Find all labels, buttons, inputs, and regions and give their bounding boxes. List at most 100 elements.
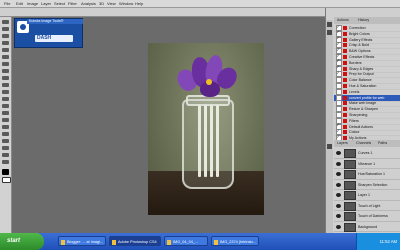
action-label: Levels [349, 89, 360, 94]
type-tool-icon[interactable] [2, 125, 9, 129]
layer-thumbnail [344, 170, 356, 179]
menu-3d[interactable]: 3D [99, 0, 104, 7]
layer-row[interactable]: Background [334, 222, 400, 232]
healing-tool-icon[interactable] [2, 62, 9, 66]
menu-select[interactable]: Select [54, 0, 65, 7]
menu-view[interactable]: View [107, 0, 116, 7]
action-label: Sharpening [349, 113, 368, 117]
clock: 11:52 AM [379, 239, 397, 244]
eye-icon[interactable] [336, 172, 341, 176]
dialog-toggle-icon[interactable] [343, 26, 347, 31]
tab-layers[interactable]: Layers [337, 141, 348, 146]
eye-icon[interactable] [336, 224, 341, 229]
eye-icon[interactable] [336, 214, 341, 218]
layer-name: Curves 1 [358, 151, 373, 155]
dialog-toggle-icon[interactable] [343, 49, 347, 54]
blur-tool-icon[interactable] [2, 104, 9, 108]
dialog-toggle-icon[interactable] [343, 72, 347, 77]
flower-stem [204, 105, 207, 177]
eye-icon[interactable] [336, 161, 341, 166]
tab-paths[interactable]: Paths [378, 141, 387, 146]
layer-row[interactable]: Curves 1 [334, 148, 400, 159]
layer-row[interactable]: Sharpen Selection [334, 180, 400, 190]
move-tool-icon[interactable] [2, 20, 9, 24]
task-button-img-2[interactable]: IMG_2374 (Intrinsic... [211, 236, 259, 246]
dialog-toggle-icon[interactable] [343, 130, 347, 135]
tab-history[interactable]: History [358, 18, 369, 23]
eye-icon[interactable] [336, 203, 341, 208]
layer-row[interactable]: Touch of Darkness [334, 211, 400, 222]
task-button-img-1[interactable]: IMG_04_04_... [164, 236, 208, 246]
badge-title: Kubota Image Tools® [27, 19, 83, 24]
brush-tool-icon[interactable] [2, 69, 9, 73]
pen-tool-icon[interactable] [2, 118, 9, 122]
document-canvas-photo[interactable] [148, 43, 264, 215]
eraser-tool-icon[interactable] [2, 90, 9, 94]
dialog-toggle-icon[interactable] [343, 124, 347, 129]
dialog-toggle-icon[interactable] [343, 107, 347, 112]
dialog-toggle-icon[interactable] [343, 78, 347, 83]
layer-thumbnail [344, 212, 356, 221]
menu-filter[interactable]: Filter [68, 0, 77, 7]
eyedropper-tool-icon[interactable] [2, 55, 9, 59]
menu-window[interactable]: Window [119, 0, 133, 7]
flower-stem [216, 105, 219, 177]
menu-layer[interactable]: Layer [41, 0, 51, 7]
crocus-stamen [206, 79, 212, 85]
menu-help[interactable]: Help [135, 0, 143, 7]
shape-tool-icon[interactable] [2, 139, 9, 143]
dialog-toggle-icon[interactable] [343, 95, 347, 100]
3d-tool-icon[interactable] [2, 146, 9, 150]
crop-tool-icon[interactable] [2, 48, 9, 52]
layer-name: Vibrance 1 [358, 161, 376, 166]
dialog-toggle-icon[interactable] [343, 60, 347, 65]
gradient-tool-icon[interactable] [2, 97, 9, 101]
layer-row[interactable]: Layer 1 [334, 190, 400, 201]
layer-row[interactable]: Vibrance 1 [334, 159, 400, 169]
eye-icon[interactable] [336, 193, 341, 197]
dialog-toggle-icon[interactable] [343, 55, 347, 60]
flower-stem [210, 105, 213, 177]
layer-row[interactable]: Hue/Saturation 1 [334, 169, 400, 180]
start-button[interactable]: start [0, 233, 44, 250]
eye-icon[interactable] [336, 151, 341, 155]
quick-select-tool-icon[interactable] [2, 41, 9, 45]
dialog-toggle-icon[interactable] [343, 118, 347, 123]
dialog-toggle-icon[interactable] [343, 84, 347, 89]
dialog-toggle-icon[interactable] [343, 113, 347, 118]
tab-actions[interactable]: Actions [337, 18, 349, 23]
dialog-toggle-icon[interactable] [343, 31, 347, 36]
actions-panel-icon[interactable] [327, 30, 332, 35]
kubota-badge[interactable]: Kubota Image Tools® DASH [14, 18, 83, 48]
clone-tool-icon[interactable] [2, 76, 9, 80]
task-button-photoshop[interactable]: Adobe Photoshop CS4 [109, 236, 161, 246]
dialog-toggle-icon[interactable] [343, 37, 347, 42]
tools-panel [0, 17, 12, 233]
menu-edit[interactable]: Edit [16, 0, 23, 7]
history-brush-tool-icon[interactable] [2, 83, 9, 87]
dodge-tool-icon[interactable] [2, 111, 9, 115]
zoom-tool-icon[interactable] [2, 160, 9, 164]
marquee-tool-icon[interactable] [2, 27, 9, 31]
menu-analysis[interactable]: Analysis [81, 0, 96, 7]
path-select-tool-icon[interactable] [2, 132, 9, 136]
layer-row[interactable]: Touch of Light [334, 201, 400, 211]
history-panel-icon[interactable] [327, 22, 332, 27]
foreground-color-swatch[interactable] [2, 169, 9, 175]
menu-image[interactable]: Image [27, 0, 38, 7]
background-color-swatch[interactable] [2, 177, 11, 183]
dialog-toggle-icon[interactable] [343, 43, 347, 48]
dialog-toggle-icon[interactable] [343, 66, 347, 71]
action-label: Sharp & Edges [349, 66, 374, 71]
eye-icon[interactable] [336, 182, 341, 187]
layers-panel-icon[interactable] [327, 144, 332, 149]
tab-channels[interactable]: Channels [356, 141, 371, 146]
dialog-toggle-icon[interactable] [343, 101, 347, 106]
hand-tool-icon[interactable] [2, 153, 9, 157]
action-label: Prep for Output [349, 72, 374, 77]
task-button-blogger[interactable]: Blogger: ... at Imagi... [58, 236, 106, 246]
panel-icon-strip [326, 20, 333, 233]
menu-file[interactable]: File [4, 0, 10, 7]
dialog-toggle-icon[interactable] [343, 89, 347, 94]
lasso-tool-icon[interactable] [2, 34, 9, 38]
